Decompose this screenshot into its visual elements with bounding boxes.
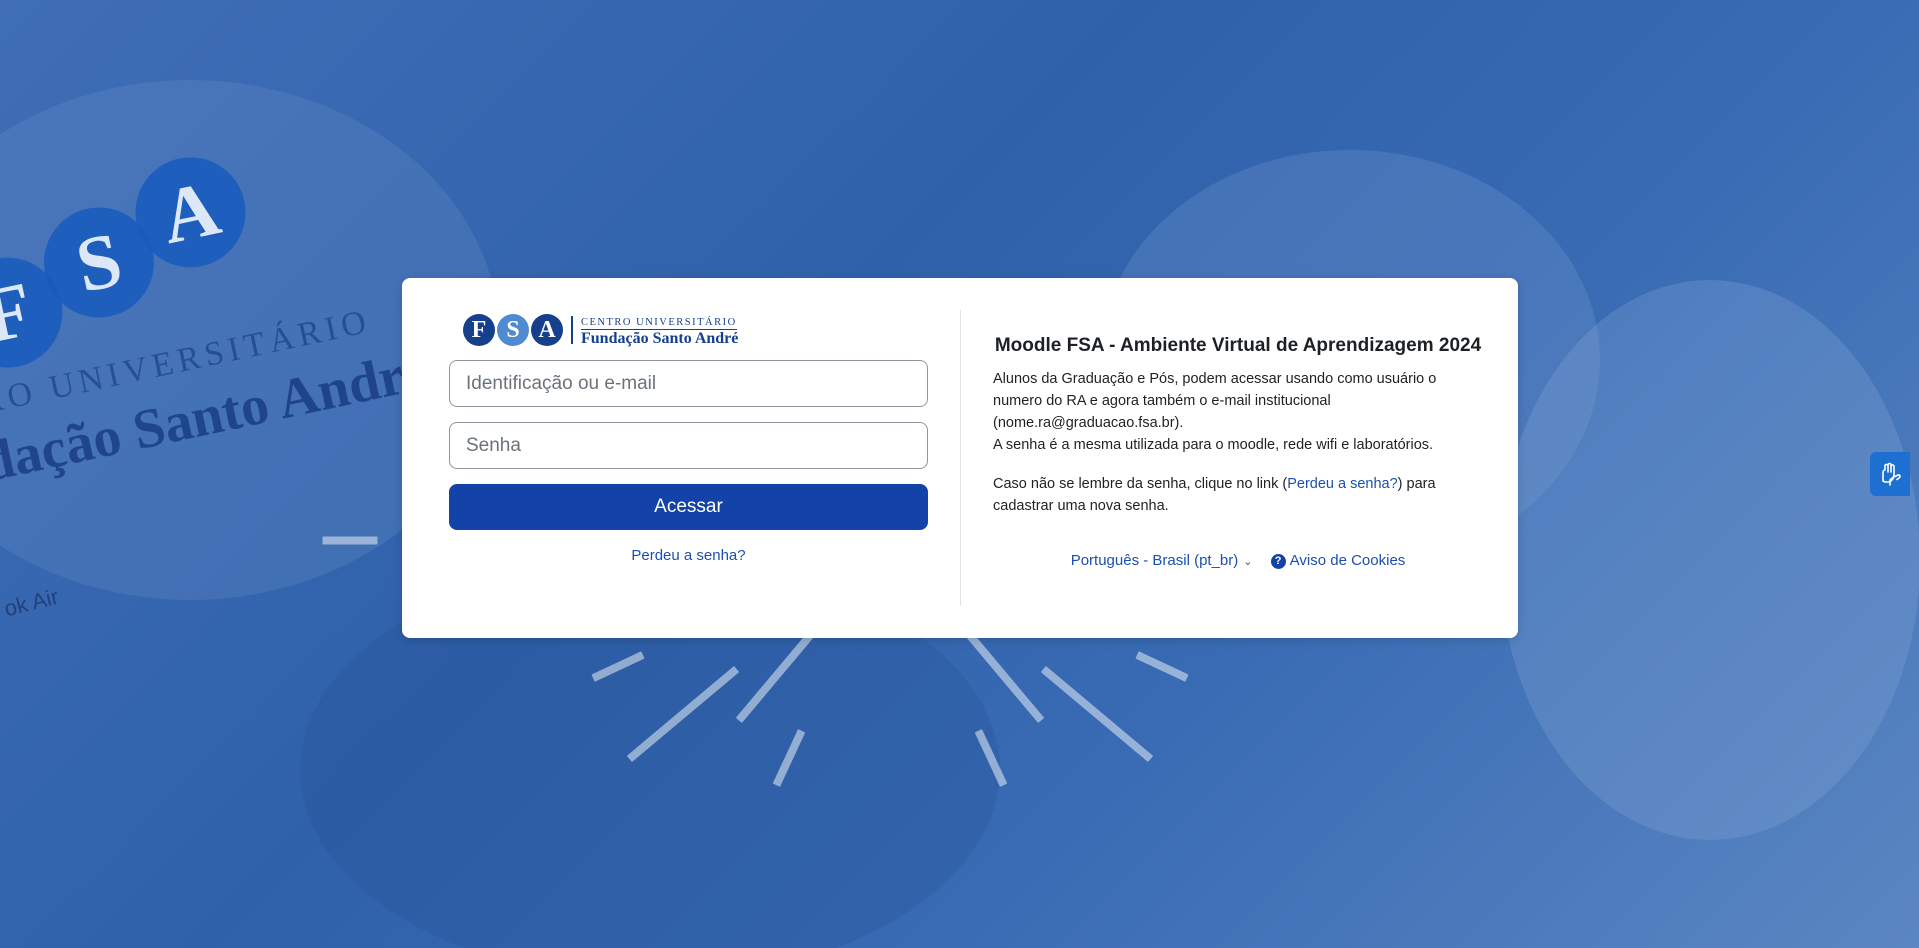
login-card: F S A CENTRO UNIVERSITÁRIO Fundação Sant… xyxy=(402,278,1518,638)
sunburst-ray xyxy=(322,536,378,544)
username-input[interactable] xyxy=(449,360,928,407)
inline-forgot-password-link[interactable]: Perdeu a senha? xyxy=(1287,476,1397,492)
fsa-logo: F S A CENTRO UNIVERSITÁRIO Fundação Sant… xyxy=(463,314,928,354)
forgot-password-link[interactable]: Perdeu a senha? xyxy=(449,547,928,564)
background-laptop-text: ok Air xyxy=(1,583,62,622)
language-selector[interactable]: Português - Brasil (pt_br) ⌄ xyxy=(1071,552,1253,569)
cookies-notice-link[interactable]: ? Aviso de Cookies xyxy=(1270,552,1406,569)
logo-letter: A xyxy=(531,314,563,346)
logo-letter: S xyxy=(497,314,529,346)
sunburst-ray xyxy=(1135,651,1189,683)
login-button[interactable]: Acessar xyxy=(449,484,928,530)
instructions-paragraph: Alunos da Graduação e Pós, podem acessar… xyxy=(993,368,1483,456)
language-label: Português - Brasil (pt_br) xyxy=(1070,552,1239,569)
login-form: F S A CENTRO UNIVERSITÁRIO Fundação Sant… xyxy=(449,314,928,564)
accessibility-button[interactable] xyxy=(1870,452,1910,496)
password-input[interactable] xyxy=(449,422,928,469)
column-divider xyxy=(960,310,961,606)
sunburst-ray xyxy=(1040,665,1154,762)
instructions-text: A senha é a mesma utilizada para o moodl… xyxy=(993,437,1434,453)
instructions-title: Moodle FSA - Ambiente Virtual de Aprendi… xyxy=(994,335,1482,356)
login-instructions: Moodle FSA - Ambiente Virtual de Aprendi… xyxy=(993,335,1483,517)
instructions-paragraph: Caso não se lembre da senha, clique no l… xyxy=(993,473,1483,517)
background-shape xyxy=(1500,280,1919,840)
logo-bottom-text: Fundação Santo André xyxy=(581,330,739,347)
logo-divider xyxy=(571,316,573,344)
logo-letter: F xyxy=(463,314,495,346)
logo-top-text: CENTRO UNIVERSITÁRIO xyxy=(581,317,737,330)
chevron-down-icon: ⌄ xyxy=(1243,556,1253,568)
instructions-text: Caso não se lembre da senha, clique no l… xyxy=(993,476,1288,492)
sign-language-hands-icon xyxy=(1882,462,1901,486)
login-footer: Português - Brasil (pt_br) ⌄ ? Aviso de Co… xyxy=(993,552,1483,569)
question-circle-icon: ? xyxy=(1270,554,1286,569)
cookies-label: Aviso de Cookies xyxy=(1289,552,1406,569)
instructions-text: Alunos da Graduação e Pós, podem acessar… xyxy=(993,371,1437,431)
